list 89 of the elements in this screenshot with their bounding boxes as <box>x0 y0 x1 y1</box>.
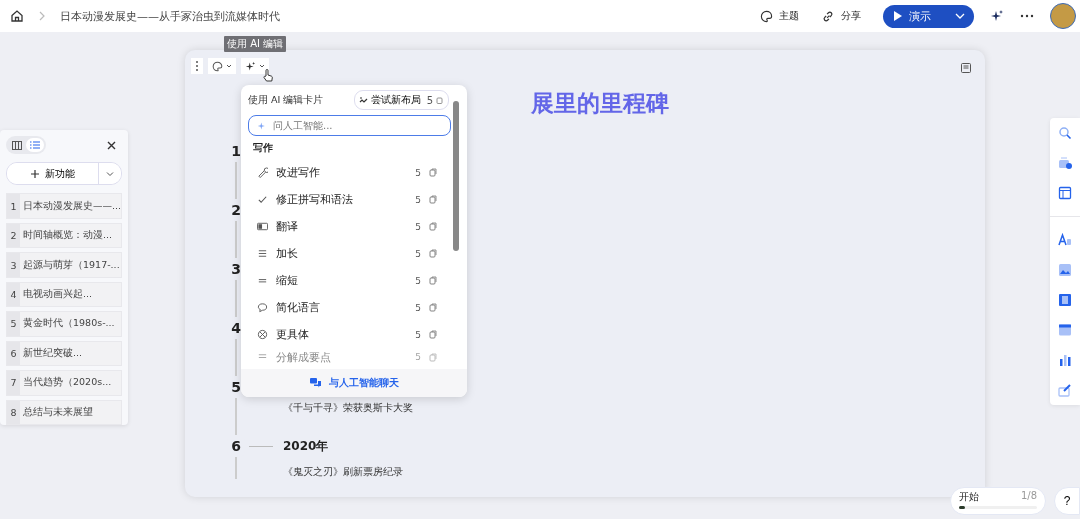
credit-icon <box>429 352 437 362</box>
share-button[interactable]: 分享 <box>821 9 861 23</box>
credit-icon <box>429 168 437 177</box>
tooltip: 使用 AI 编辑 <box>224 36 287 52</box>
palette-icon <box>212 60 223 72</box>
timeline-description: 《千与千寻》荣获奥斯卡大奖 <box>283 401 413 415</box>
progress-label: 开始 <box>959 490 979 504</box>
ai-edit-dropdown[interactable] <box>241 58 269 74</box>
slide-number: 5 <box>7 312 20 336</box>
video-icon[interactable] <box>1058 293 1072 307</box>
sparkle-icon <box>245 60 256 72</box>
slide-thumbnail-title[interactable]: 总结与未来展望 <box>23 405 93 419</box>
slide-number: 4 <box>7 282 20 307</box>
slide-thumbnail-title[interactable]: 当代趋势（2020s... <box>23 376 112 390</box>
slide-number: 1 <box>7 194 20 218</box>
slide-number: 8 <box>7 400 20 424</box>
new-feature-button[interactable]: 新功能 <box>7 163 99 185</box>
lines-icon <box>257 248 268 259</box>
menu-item[interactable]: 更具体 5 <box>257 321 437 348</box>
slide-thumbnail-title[interactable]: 黄金时代（1980s-... <box>23 317 115 331</box>
progress-widget[interactable]: 开始 1/8 <box>950 487 1046 515</box>
caret-icon <box>106 170 114 177</box>
menu-item[interactable]: 缩短 5 <box>257 267 437 294</box>
timeline-year: 2020年 <box>283 438 330 455</box>
more-icon[interactable] <box>1020 14 1034 18</box>
slide-number: 3 <box>7 253 20 277</box>
caret-icon <box>259 63 265 69</box>
slide-thumbnail-title[interactable]: 电视动画兴起... <box>23 288 93 301</box>
menu-item[interactable]: 翻译 5 <box>257 213 437 240</box>
form-icon[interactable] <box>1058 383 1072 397</box>
menu-item[interactable]: 改进写作 5 <box>257 159 437 186</box>
list-icon <box>30 141 40 149</box>
hand-cursor-icon <box>263 69 273 83</box>
layout-icon <box>358 95 368 105</box>
slide-number: 7 <box>7 371 20 395</box>
credit-icon <box>436 96 444 104</box>
menu-item[interactable]: 加长 5 <box>257 240 437 267</box>
credit-icon <box>429 303 437 312</box>
palette-dropdown[interactable] <box>208 58 236 74</box>
slide-thumbnail-title[interactable]: 新世纪突破... <box>23 346 83 360</box>
chevron-right-icon <box>38 11 46 21</box>
drag-handle-icon[interactable] <box>191 58 203 74</box>
slide-number: 6 <box>7 341 20 366</box>
embed-icon[interactable] <box>1058 323 1072 337</box>
timeline-description: 《鬼灭之刃》刷新票房纪录 <box>283 465 403 479</box>
add-card-icon[interactable] <box>1058 156 1072 170</box>
present-button[interactable]: 演示 <box>883 4 974 28</box>
image-icon[interactable] <box>1058 263 1072 277</box>
menu-title: 使用 AI 编辑卡片 <box>248 93 324 107</box>
credit-icon <box>429 249 437 258</box>
credit-icon <box>429 222 437 231</box>
columns-icon <box>12 140 22 150</box>
menu-item[interactable]: 分解成要点 5 <box>257 348 437 366</box>
section-heading: 写作 <box>253 142 274 155</box>
target-icon <box>257 329 268 340</box>
layout-icon[interactable] <box>1058 186 1072 200</box>
slide-thumbnail-title[interactable]: 日本动漫发展史——... <box>22 199 121 213</box>
slide-number: 2 <box>7 223 20 248</box>
home-icon[interactable] <box>10 9 24 23</box>
chart-icon[interactable] <box>1058 353 1072 367</box>
notes-icon[interactable] <box>960 62 972 74</box>
palette-icon <box>760 9 773 23</box>
chat-with-ai-button[interactable]: 与人工智能聊天 <box>241 369 467 397</box>
progress-count: 1/8 <box>1020 490 1037 503</box>
document-title[interactable]: 日本动漫发展史——从手冢治虫到流媒体时代 <box>60 8 280 24</box>
try-layout-button[interactable]: 尝试新布局 5 <box>353 90 449 110</box>
credit-icon <box>429 330 437 339</box>
translate-icon <box>257 221 268 232</box>
slide-title: 展里的里程碑 <box>531 89 669 118</box>
play-icon <box>892 10 903 22</box>
close-icon[interactable] <box>107 140 116 150</box>
avatar[interactable] <box>1050 3 1076 29</box>
menu-item[interactable]: 修正拼写和语法 5 <box>257 186 437 213</box>
chat-icon <box>309 378 321 388</box>
menu-item[interactable]: 简化语言 5 <box>257 294 437 321</box>
help-button[interactable]: ? <box>1054 487 1080 515</box>
caret-icon[interactable] <box>955 12 965 20</box>
credit-icon <box>429 276 437 285</box>
credit-icon <box>429 195 437 204</box>
slide-thumbnail-title[interactable]: 起源与萌芽（1917-... <box>23 258 120 272</box>
link-icon <box>821 9 835 23</box>
slide-thumbnail-title[interactable]: 时间轴概览：动漫... <box>23 229 113 243</box>
text-style-icon[interactable] <box>1058 233 1072 247</box>
ask-ai-field[interactable]: 问人工智能... <box>248 115 451 136</box>
check-icon <box>257 194 268 205</box>
caret-icon <box>226 63 232 69</box>
theme-button[interactable]: 主题 <box>760 9 799 23</box>
speech-bubble-icon <box>257 302 268 313</box>
plus-icon <box>30 169 39 178</box>
